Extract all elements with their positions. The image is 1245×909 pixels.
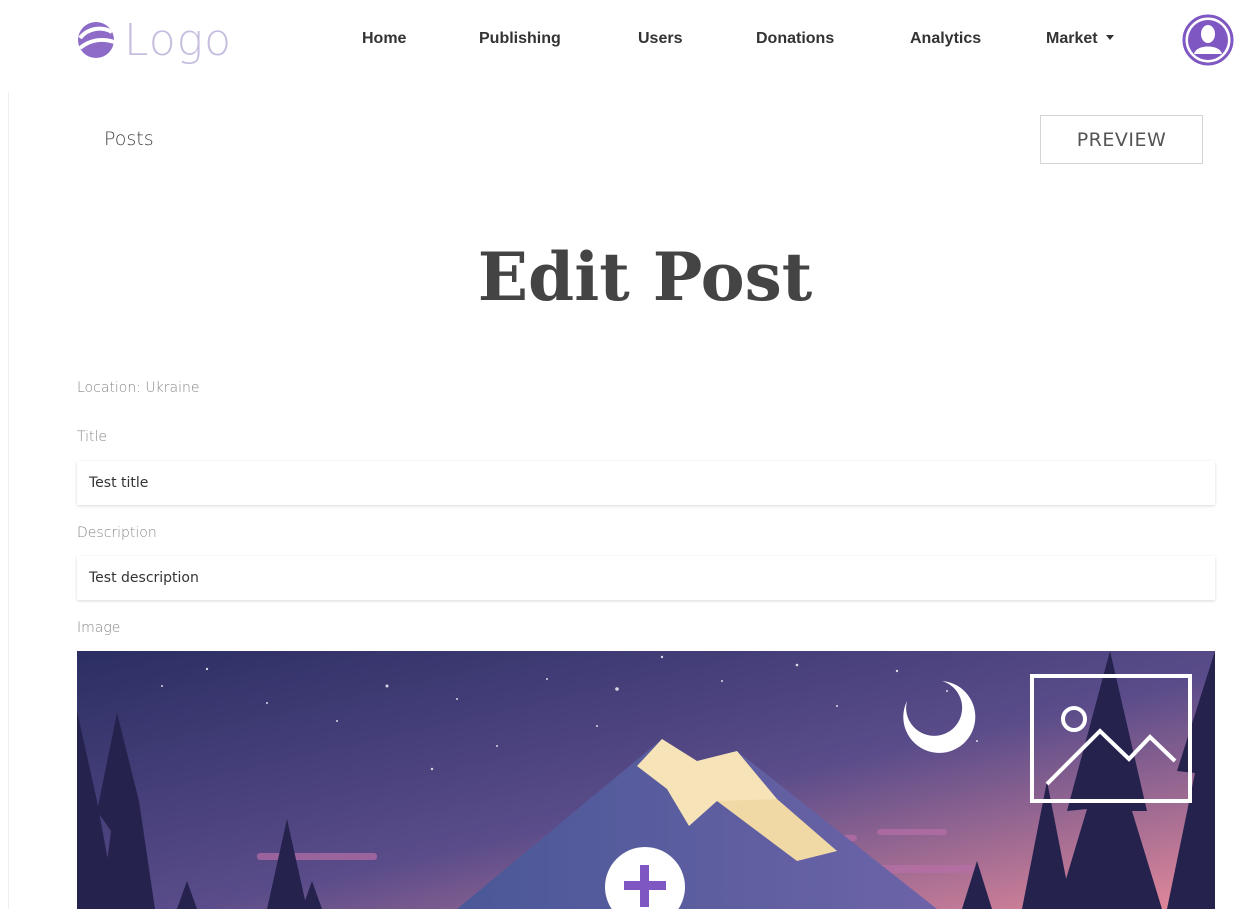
- title-label: Title: [77, 429, 108, 445]
- nav-users[interactable]: Users: [638, 30, 682, 52]
- top-navbar: Logo Home Publishing Users Donations Ana…: [0, 0, 1245, 82]
- nav-donations[interactable]: Donations: [756, 30, 834, 52]
- post-image: [77, 651, 1215, 909]
- description-input[interactable]: Test description: [77, 556, 1215, 600]
- location-text: Location: Ukraine: [77, 380, 200, 396]
- breadcrumb-posts[interactable]: Posts: [104, 128, 154, 150]
- logo-text: Logo: [124, 14, 232, 66]
- preview-button[interactable]: PREVIEW: [1040, 115, 1203, 164]
- image-label: Image: [77, 620, 121, 636]
- nav-market-label: Market: [1046, 30, 1098, 47]
- nav-publishing[interactable]: Publishing: [479, 30, 561, 52]
- nav-home[interactable]: Home: [362, 30, 406, 52]
- nav-analytics[interactable]: Analytics: [910, 30, 981, 52]
- chevron-down-icon: [1105, 35, 1114, 40]
- user-avatar-icon[interactable]: [1182, 14, 1234, 66]
- image-upload-area[interactable]: [77, 651, 1215, 909]
- nav-market-dropdown[interactable]: Market: [1046, 30, 1114, 52]
- description-label: Description: [77, 525, 157, 541]
- side-divider: [8, 92, 9, 909]
- page-title: Edit Post: [477, 238, 813, 316]
- logo-mark-icon: [78, 22, 115, 58]
- logo[interactable]: Logo: [74, 14, 232, 66]
- title-input[interactable]: Test title: [77, 461, 1215, 505]
